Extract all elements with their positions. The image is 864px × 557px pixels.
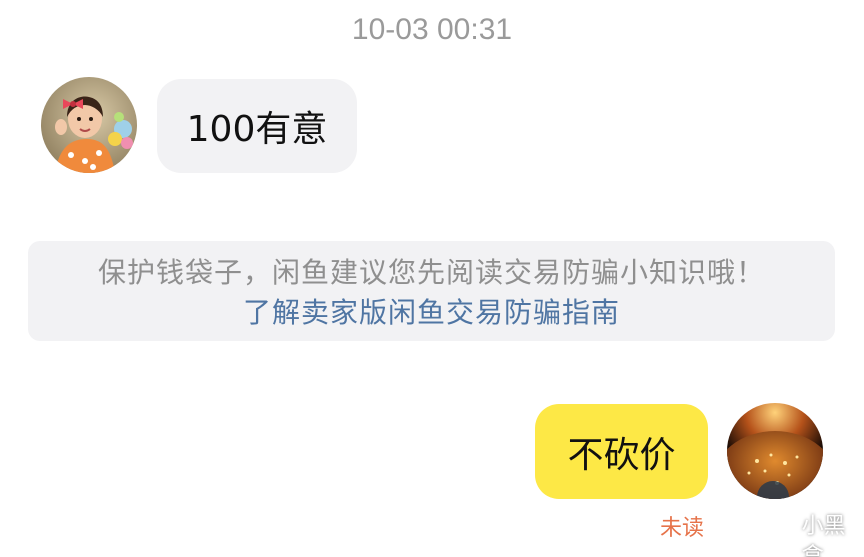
xiaoheihe-logo-icon [773, 530, 797, 554]
anti-fraud-notice-text: 保护钱袋子，闲鱼建议您先阅读交易防骗小知识哦！ [97, 256, 765, 289]
sent-message-bubble[interactable]: 不砍价 [535, 404, 708, 499]
unread-status: 未读 [660, 516, 705, 541]
own-avatar[interactable] [727, 403, 823, 499]
watermark: 小黑盒 [773, 512, 864, 557]
anti-fraud-notice: 保护钱袋子，闲鱼建议您先阅读交易防骗小知识哦！ 了解卖家版闲鱼交易防骗指南 [28, 241, 835, 341]
contact-avatar[interactable] [41, 77, 137, 173]
chat-view: 10-03 00:31 100有意 保护钱袋子，闲鱼建议您先阅读交易防骗小知识哦… [0, 0, 864, 557]
received-message-text: 100有意 [186, 109, 328, 150]
message-timestamp: 10-03 00:31 [351, 13, 513, 46]
sent-message-text: 不砍价 [567, 434, 676, 476]
anti-fraud-guide-link[interactable]: 了解卖家版闲鱼交易防骗指南 [28, 293, 835, 333]
watermark-text: 小黑盒 [801, 514, 846, 557]
received-message-bubble[interactable]: 100有意 [157, 79, 357, 173]
child-photo-avatar-image [41, 77, 137, 173]
earth-night-avatar-image [727, 403, 823, 499]
